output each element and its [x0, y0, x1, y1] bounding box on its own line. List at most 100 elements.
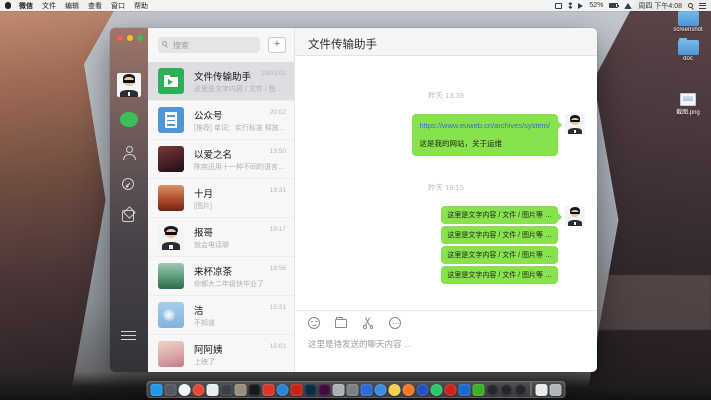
chat-name: 以爱之名 — [194, 147, 232, 161]
chats-tab-icon[interactable] — [120, 112, 138, 127]
message-link[interactable]: https://www.euweb.cn/archives/system/ — [420, 121, 550, 130]
dock-maps-icon[interactable] — [206, 384, 218, 396]
wifi-icon[interactable] — [624, 3, 632, 9]
dock-qq-1-icon[interactable] — [486, 384, 498, 396]
chat-rows: 文件传输助手 19/01/02 这里是文字内容 / 文件 / 图片等… 公众号 … — [148, 62, 294, 372]
chat-row[interactable]: 来杯凉茶 18:56 你都大二年级快毕业了 — [148, 257, 294, 296]
chat-row-official-accounts[interactable]: 公众号 20:02 [推荐] 单词：实行标准 释放客… — [148, 101, 294, 140]
contact-photo-avatar — [158, 185, 184, 211]
chat-time: 19:31 — [270, 187, 286, 194]
dock-gray-app-icon[interactable] — [332, 384, 344, 396]
dock-folder-app-icon[interactable] — [234, 384, 246, 396]
chat-name: 阿阿姨 — [194, 342, 223, 356]
dock-blue-browser-icon[interactable] — [374, 384, 386, 396]
chat-row-file-transfer[interactable]: 文件传输助手 19/01/02 这里是文字内容 / 文件 / 图片等… — [148, 62, 294, 101]
message-avatar[interactable] — [565, 206, 585, 226]
app-menus: 微信 文件 编辑 查看 窗口 帮助 — [19, 1, 148, 11]
message-text: 这是我的网站，关于运维 — [420, 138, 550, 149]
applets-cube-icon[interactable] — [122, 210, 134, 222]
menu-view[interactable]: 查看 — [88, 1, 102, 11]
chat-preview: 你都大二年级快毕业了 — [194, 279, 264, 289]
desktop-folder-doc[interactable]: doc — [671, 40, 705, 62]
dock-blue-square-app-icon[interactable] — [458, 384, 470, 396]
conversation-title: 文件传输助手 — [308, 36, 377, 52]
spotlight-icon[interactable] — [688, 3, 693, 8]
contact-photo-avatar — [158, 146, 184, 172]
dock-netease-music-icon[interactable] — [444, 384, 456, 396]
wallpaper-left-cliff — [0, 0, 120, 400]
dock-adobe-xd-icon[interactable] — [318, 384, 330, 396]
apple-menu-icon[interactable] — [5, 2, 11, 9]
chat-row[interactable]: 洁 15:31 不知道 — [148, 296, 294, 335]
dock-orange-app-icon[interactable] — [402, 384, 414, 396]
dock-qq-2-icon[interactable] — [500, 384, 512, 396]
dock-dark-utility-icon[interactable] — [164, 384, 176, 396]
message-row: 这里是文字内容 / 文件 / 图片等 … — [307, 246, 585, 266]
contact-photo-avatar — [158, 341, 184, 367]
discover-compass-icon[interactable] — [122, 178, 134, 190]
dock-finder-icon[interactable] — [150, 384, 162, 396]
send-file-icon[interactable] — [335, 319, 347, 328]
contacts-tab-icon[interactable] — [122, 146, 136, 160]
new-chat-button[interactable]: + — [268, 37, 286, 53]
chat-row[interactable]: 以爱之名 19:50 陈奕迅用十一种不同的语言与演… — [148, 140, 294, 179]
dock-blue-round-app-icon[interactable] — [276, 384, 288, 396]
menu-window[interactable]: 窗口 — [111, 1, 125, 11]
close-button[interactable] — [117, 35, 123, 41]
dock-red-app-icon[interactable] — [262, 384, 274, 396]
message-input[interactable]: 这里是待发送的聊天内容 … — [295, 334, 597, 372]
chat-row[interactable]: 报哥 19:17 就会电话聊 — [148, 218, 294, 257]
timestamp: 昨天 19:15 — [307, 182, 585, 193]
dock-photos-icon[interactable] — [388, 384, 400, 396]
display-icon[interactable] — [555, 3, 562, 9]
message-area: 昨天 13:39 https://www.euweb.cn/archives/s… — [295, 56, 597, 310]
menu-bar-clock[interactable]: 周四 下午4:08 — [638, 1, 682, 11]
battery-percent: 52% — [589, 2, 603, 9]
dock-wechat-icon[interactable] — [472, 384, 484, 396]
notification-center-icon[interactable] — [699, 3, 706, 9]
dock-chrome-icon[interactable] — [192, 384, 204, 396]
dock-documents-stack-icon[interactable] — [535, 384, 547, 396]
menu-help[interactable]: 帮助 — [134, 1, 148, 11]
dock-trash-icon[interactable] — [549, 384, 561, 396]
desktop-file-image[interactable]: 截图.png — [671, 93, 705, 116]
dock — [146, 381, 565, 398]
search-input[interactable] — [158, 37, 260, 53]
zoom-button[interactable] — [137, 35, 143, 41]
user-avatar[interactable] — [117, 73, 141, 97]
dock-music-red-app-icon[interactable] — [290, 384, 302, 396]
message-bubble: https://www.euweb.cn/archives/system/ 这是… — [412, 114, 558, 156]
dock-green-player-icon[interactable] — [430, 384, 442, 396]
file-transfer-icon — [158, 68, 184, 94]
bluetooth-icon[interactable] — [568, 2, 572, 9]
dock-safari-icon[interactable] — [178, 384, 190, 396]
dock-dark-blue-app-icon[interactable] — [416, 384, 428, 396]
menu-edit[interactable]: 编辑 — [65, 1, 79, 11]
chat-history-icon[interactable] — [389, 317, 401, 329]
dock-blue-app-icon[interactable] — [360, 384, 372, 396]
dock-photoshop-icon[interactable] — [304, 384, 316, 396]
dock-photo-booth-icon[interactable] — [220, 384, 232, 396]
nav-rail — [110, 28, 148, 372]
dock-launchpad-icon[interactable] — [346, 384, 358, 396]
wechat-window: + 文件传输助手 19/01/02 这里是文字内容 / 文件 / 图片等… 公众… — [110, 28, 597, 372]
battery-icon[interactable] — [609, 3, 618, 8]
menu-file[interactable]: 文件 — [42, 1, 56, 11]
desktop-icon-label: screenshot — [673, 27, 702, 33]
screenshot-scissors-icon[interactable] — [362, 317, 374, 329]
dock-terminal-icon[interactable] — [248, 384, 260, 396]
desktop-folder-screenshot[interactable]: screenshot — [671, 11, 705, 33]
more-menu-icon[interactable] — [121, 331, 136, 340]
volume-icon[interactable] — [578, 3, 583, 9]
dock-qq-3-icon[interactable] — [514, 384, 526, 396]
minimize-button[interactable] — [127, 35, 133, 41]
emoji-icon[interactable] — [308, 317, 320, 329]
conversation-header: 文件传输助手 — [295, 28, 597, 56]
desktop-icon-label: 截图.png — [676, 107, 700, 116]
menu-bar-status: 52% 周四 下午4:08 — [555, 1, 706, 11]
message-row: 这里是文字内容 / 文件 / 图片等 … — [307, 226, 585, 246]
chat-row[interactable]: 十月 19:31 [图片] — [148, 179, 294, 218]
menu-app-name[interactable]: 微信 — [19, 1, 33, 11]
chat-row[interactable]: 阿阿姨 15:03 上映了 — [148, 335, 294, 372]
message-avatar[interactable] — [565, 114, 585, 134]
